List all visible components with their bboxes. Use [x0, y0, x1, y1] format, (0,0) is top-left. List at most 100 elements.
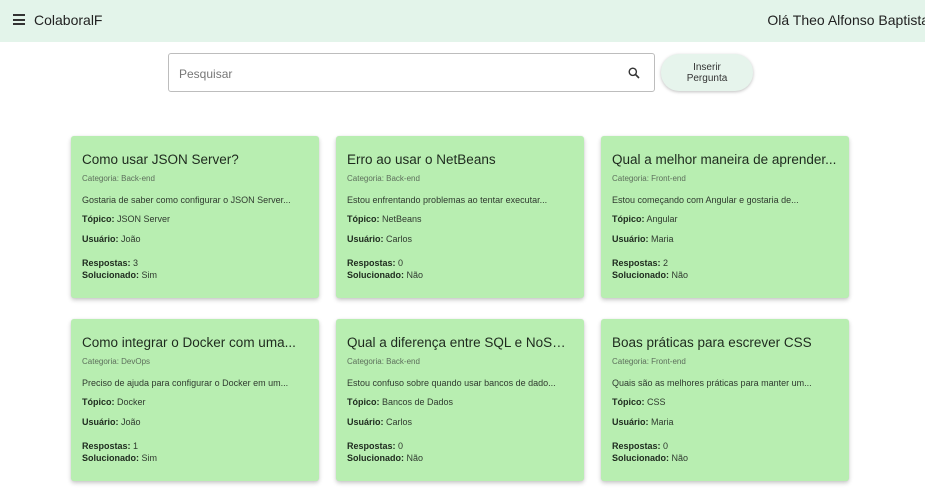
card-description: Estou enfrentando problemas ao tentar ex… — [347, 195, 548, 205]
answers-value: 0 — [663, 441, 669, 451]
card-user: Usuário: João — [82, 234, 308, 246]
card-topic: Tópico: JSON Server — [82, 214, 308, 226]
card-description: Quais são as melhores práticas para mant… — [612, 378, 812, 388]
question-card[interactable]: Como integrar o Docker com uma... Catego… — [71, 319, 319, 481]
solved-value: Sim — [141, 453, 158, 463]
card-category: Categoria: DevOps — [82, 357, 151, 366]
solved-value: Não — [671, 453, 689, 463]
card-topic: Tópico: Angular — [612, 214, 838, 226]
solved-label: Solucionado: — [82, 453, 139, 463]
solved-value: Não — [406, 270, 424, 280]
topic-label: Tópico: — [82, 397, 115, 407]
solved-label: Solucionado: — [612, 270, 669, 280]
user-label: Usuário: — [82, 234, 119, 244]
card-answers: Respostas: 2 — [612, 258, 838, 270]
card-answers: Respostas: 3 — [82, 258, 308, 270]
answers-label: Respostas: — [347, 258, 396, 268]
card-title: Erro ao usar o NetBeans — [347, 152, 496, 167]
solved-value: Sim — [141, 270, 158, 280]
card-topic: Tópico: Docker — [82, 397, 308, 409]
card-description: Estou começando com Angular e gostaria d… — [612, 195, 799, 205]
card-description: Estou confuso sobre quando usar bancos d… — [347, 378, 556, 388]
user-greeting: Olá Theo Alfonso Baptista — [767, 12, 925, 28]
card-answers: Respostas: 0 — [347, 258, 573, 270]
answers-value: 1 — [133, 441, 139, 451]
user-value: Carlos — [386, 234, 413, 244]
answers-value: 3 — [133, 258, 139, 268]
card-title: Qual a melhor maneira de aprender... — [612, 152, 837, 167]
search-icon[interactable] — [628, 67, 640, 79]
topic-value: Angular — [646, 214, 678, 224]
user-value: Carlos — [386, 417, 413, 427]
search-input[interactable] — [177, 54, 611, 93]
topic-label: Tópico: — [347, 214, 380, 224]
insert-question-button[interactable]: Inserir Pergunta — [661, 54, 753, 91]
card-solved: Solucionado: Não — [347, 453, 573, 465]
topic-label: Tópico: — [612, 214, 645, 224]
user-label: Usuário: — [82, 417, 119, 427]
topic-value: CSS — [647, 397, 666, 407]
card-user: Usuário: Maria — [612, 234, 838, 246]
card-category: Categoria: Front-end — [612, 174, 686, 183]
topic-label: Tópico: — [347, 397, 380, 407]
card-solved: Solucionado: Sim — [82, 453, 308, 465]
card-solved: Solucionado: Não — [612, 453, 838, 465]
solved-value: Não — [406, 453, 424, 463]
card-category: Categoria: Front-end — [612, 357, 686, 366]
card-solved: Solucionado: Sim — [82, 270, 308, 282]
answers-label: Respostas: — [82, 441, 131, 451]
card-answers: Respostas: 0 — [347, 441, 573, 453]
question-card[interactable]: Erro ao usar o NetBeans Categoria: Back-… — [336, 136, 584, 298]
user-value: Maria — [651, 234, 674, 244]
app-title: ColaboralF — [34, 12, 103, 28]
card-title: Boas práticas para escrever CSS — [612, 335, 812, 350]
card-user: Usuário: Carlos — [347, 234, 573, 246]
card-topic: Tópico: Bancos de Dados — [347, 397, 573, 409]
solved-value: Não — [671, 270, 689, 280]
card-category: Categoria: Back-end — [82, 174, 155, 183]
answers-value: 0 — [398, 441, 404, 451]
answers-label: Respostas: — [347, 441, 396, 451]
answers-value: 0 — [398, 258, 404, 268]
insert-question-label: Inserir Pergunta — [686, 61, 728, 84]
card-title: Qual a diferença entre SQL e NoSQL? — [347, 335, 573, 350]
card-title: Como integrar o Docker com uma... — [82, 335, 296, 350]
hamburger-menu-icon[interactable] — [13, 14, 25, 25]
card-topic: Tópico: NetBeans — [347, 214, 573, 226]
question-card[interactable]: Qual a diferença entre SQL e NoSQL? Cate… — [336, 319, 584, 481]
topic-value: Docker — [117, 397, 146, 407]
card-category: Categoria: Back-end — [347, 357, 420, 366]
solved-label: Solucionado: — [347, 270, 404, 280]
card-description: Preciso de ajuda para configurar o Docke… — [82, 378, 289, 388]
card-user: Usuário: Carlos — [347, 417, 573, 429]
answers-label: Respostas: — [82, 258, 131, 268]
card-answers: Respostas: 0 — [612, 441, 838, 453]
topic-label: Tópico: — [612, 397, 645, 407]
user-value: João — [121, 234, 141, 244]
question-card[interactable]: Boas práticas para escrever CSS Categori… — [601, 319, 849, 481]
user-label: Usuário: — [347, 417, 384, 427]
card-title: Como usar JSON Server? — [82, 152, 239, 167]
search-field — [168, 53, 655, 93]
card-solved: Solucionado: Não — [612, 270, 838, 282]
user-value: Maria — [651, 417, 674, 427]
answers-value: 2 — [663, 258, 669, 268]
topic-value: NetBeans — [382, 214, 422, 224]
answers-label: Respostas: — [612, 258, 661, 268]
user-value: João — [121, 417, 141, 427]
card-user: Usuário: João — [82, 417, 308, 429]
question-card[interactable]: Como usar JSON Server? Categoria: Back-e… — [71, 136, 319, 298]
topic-label: Tópico: — [82, 214, 115, 224]
question-card[interactable]: Qual a melhor maneira de aprender... Cat… — [601, 136, 849, 298]
answers-label: Respostas: — [612, 441, 661, 451]
card-solved: Solucionado: Não — [347, 270, 573, 282]
top-app-bar: ColaboralF Olá Theo Alfonso Baptista — [0, 0, 925, 42]
card-user: Usuário: Maria — [612, 417, 838, 429]
solved-label: Solucionado: — [347, 453, 404, 463]
topic-value: JSON Server — [117, 214, 171, 224]
user-label: Usuário: — [347, 234, 384, 244]
solved-label: Solucionado: — [82, 270, 139, 280]
solved-label: Solucionado: — [612, 453, 669, 463]
user-label: Usuário: — [612, 234, 649, 244]
user-label: Usuário: — [612, 417, 649, 427]
